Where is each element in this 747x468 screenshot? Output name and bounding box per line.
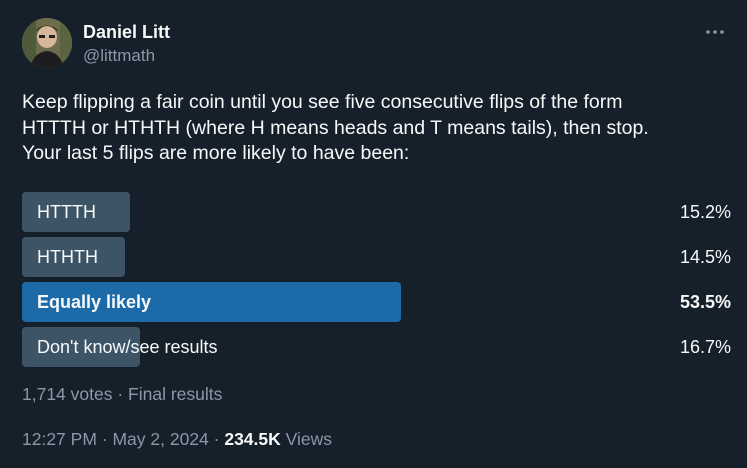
author-handle[interactable]: @littmath: [83, 46, 155, 66]
views-count[interactable]: 234.5K: [224, 429, 280, 449]
poll-option-label: HTHTH: [37, 247, 98, 267]
author-name[interactable]: Daniel Litt: [83, 22, 170, 43]
tweet-header: Daniel Litt @littmath: [22, 18, 727, 70]
avatar-image: [22, 18, 72, 68]
meta-separator: ·: [96, 429, 113, 449]
more-horizontal-icon: [706, 30, 724, 34]
poll-option-hthth: HTHTH 14.5%: [22, 237, 731, 277]
avatar[interactable]: [22, 18, 72, 68]
poll-option-equally-likely: Equally likely 53.5%: [22, 282, 731, 322]
poll-option-percent: 15.2%: [679, 202, 731, 222]
poll: HTTTH 15.2% HTHTH 14.5% Equally likely 5…: [22, 192, 731, 372]
poll-option-httth: HTTTH 15.2%: [22, 192, 731, 232]
poll-separator: ·: [112, 384, 129, 404]
views-label: Views: [285, 429, 333, 449]
poll-option-percent: 14.5%: [679, 247, 731, 267]
tweet: Daniel Litt @littmath Keep flipping a fa…: [0, 0, 747, 468]
poll-summary: 1,714 votes · Final results: [22, 384, 222, 405]
tweet-text: Keep flipping a fair coin until you see …: [22, 91, 649, 164]
meta-separator: ·: [208, 429, 225, 449]
poll-option-percent: 16.7%: [679, 337, 731, 357]
poll-option-percent: 53.5%: [679, 292, 731, 312]
poll-option-label: Don't know/see results: [37, 337, 218, 357]
poll-option-label: HTTTH: [37, 202, 96, 222]
tweet-date[interactable]: May 2, 2024: [112, 429, 208, 449]
poll-option-dont-know: Don't know/see results 16.7%: [22, 327, 731, 367]
more-options-button[interactable]: [703, 20, 727, 44]
tweet-time[interactable]: 12:27 PM: [22, 429, 97, 449]
poll-status: Final results: [128, 384, 223, 404]
poll-option-label: Equally likely: [37, 292, 152, 312]
tweet-meta: 12:27 PM · May 2, 2024 · 234.5K Views: [22, 429, 332, 450]
poll-votes: 1,714 votes: [22, 384, 113, 404]
